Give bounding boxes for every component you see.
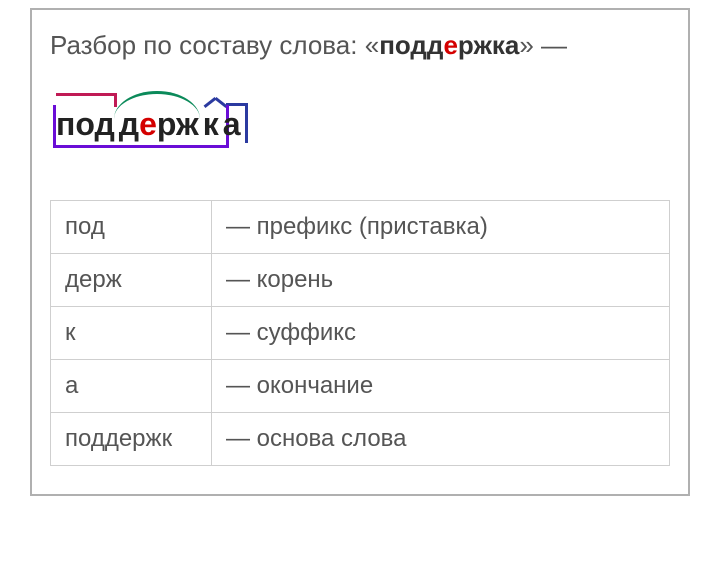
table-row: поддержк — основа слова (51, 413, 670, 466)
title-suffix: » — (519, 30, 567, 60)
morpheme-prefix: под (56, 107, 115, 142)
title-word-stressed-e: е (443, 30, 457, 60)
title-line: Разбор по составу слова: «поддержка» — (50, 28, 670, 63)
desc-cell: — корень (211, 254, 669, 307)
morpheme-root-e: е (139, 107, 157, 142)
part-cell: а (51, 360, 212, 413)
part-cell: держ (51, 254, 212, 307)
morpheme-ending: а (223, 107, 241, 142)
morpheme-root-p1: д (119, 107, 139, 142)
morpheme-root-p2: рж (157, 107, 199, 142)
card-container: Разбор по составу слова: «поддержка» — п… (30, 8, 690, 496)
desc-cell: — основа слова (211, 413, 669, 466)
title-prefix: Разбор по составу слова: « (50, 30, 379, 60)
desc-cell: — окончание (211, 360, 669, 413)
table-row: а — окончание (51, 360, 670, 413)
morpheme-suffix: к (203, 107, 219, 142)
prefix-marker-icon (56, 93, 114, 107)
table-row: держ — корень (51, 254, 670, 307)
morpheme-diagram: поддержка (56, 93, 241, 142)
part-cell: к (51, 307, 212, 360)
desc-cell: — суффикс (211, 307, 669, 360)
title-word-part2: ржка (458, 30, 519, 60)
table-row: под — префикс (приставка) (51, 201, 670, 254)
desc-cell: — префикс (приставка) (211, 201, 669, 254)
table-row: к — суффикс (51, 307, 670, 360)
part-cell: под (51, 201, 212, 254)
title-word-part1: подд (379, 30, 443, 60)
prefix-marker-end-icon (114, 93, 117, 107)
morpheme-table: под — префикс (приставка) держ — корень … (50, 200, 670, 466)
part-cell: поддержк (51, 413, 212, 466)
